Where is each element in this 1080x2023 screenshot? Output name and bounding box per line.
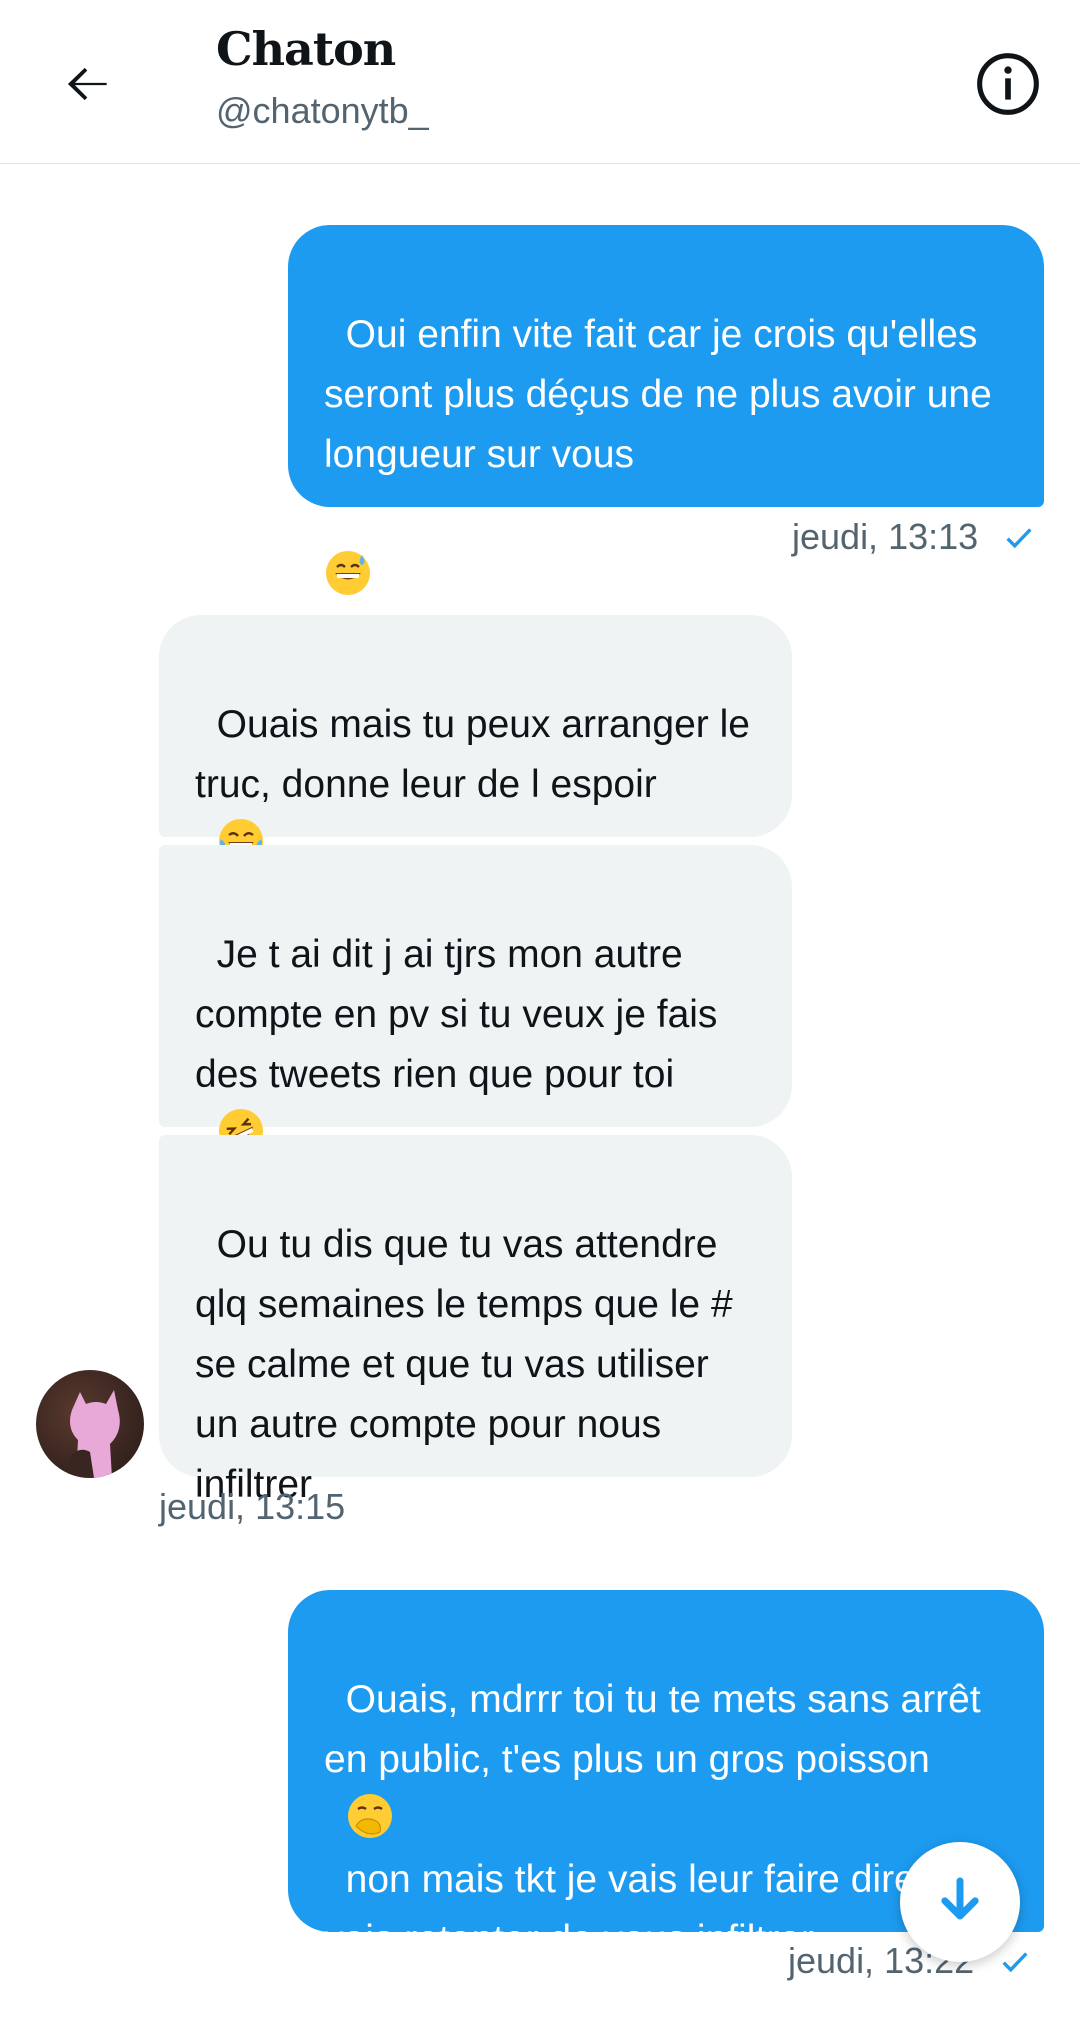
received-message-bubble[interactable]: Ou tu dis que tu vas attendre qlq semain… [159, 1135, 792, 1506]
sent-check-icon [1002, 1952, 1028, 1973]
sent-message-bubble[interactable]: Oui enfin vite fait car je crois qu'elle… [288, 225, 1044, 595]
message-text: Je t ai dit j ai tjrs mon autre compte e… [195, 933, 729, 1096]
scroll-to-bottom-button[interactable] [900, 1842, 1020, 1962]
conversation-handle[interactable]: @chatonytb_ [216, 90, 429, 132]
clipped-timestamp [152, 132, 162, 162]
message-meta: jeudi, 13:13 [792, 516, 1036, 558]
received-message-bubble[interactable]: Je t ai dit j ai tjrs mon autre compte e… [159, 845, 792, 1153]
arrow-down-icon [941, 1877, 979, 1920]
message-text: Ouais, mdrrr toi tu te mets sans arrêt e… [324, 1678, 992, 1781]
received-message-bubble[interactable]: Ouais mais tu peux arranger le truc, don… [159, 615, 792, 863]
message-text: Oui enfin vite fait car je crois qu'elle… [324, 313, 1003, 476]
info-button[interactable] [972, 48, 1044, 120]
avatar[interactable] [36, 1370, 144, 1478]
message-text: Ouais mais tu peux arranger le truc, don… [195, 703, 761, 806]
cat-silhouette-icon [66, 1390, 120, 1478]
arrow-left-icon [67, 67, 107, 101]
hand-over-mouth-emoji [347, 1794, 392, 1838]
conversation-title[interactable]: Chaton [216, 22, 396, 76]
message-timestamp: jeudi, 13:15 [159, 1486, 346, 1527]
info-icon [977, 53, 1039, 115]
sent-check-icon [1006, 528, 1032, 549]
grinning-sweat-emoji [326, 551, 370, 595]
back-button[interactable] [52, 48, 124, 120]
message-timestamp: jeudi, 13:13 [792, 516, 979, 557]
message-text: Ou tu dis que tu vas attendre qlq semain… [195, 1223, 744, 1506]
